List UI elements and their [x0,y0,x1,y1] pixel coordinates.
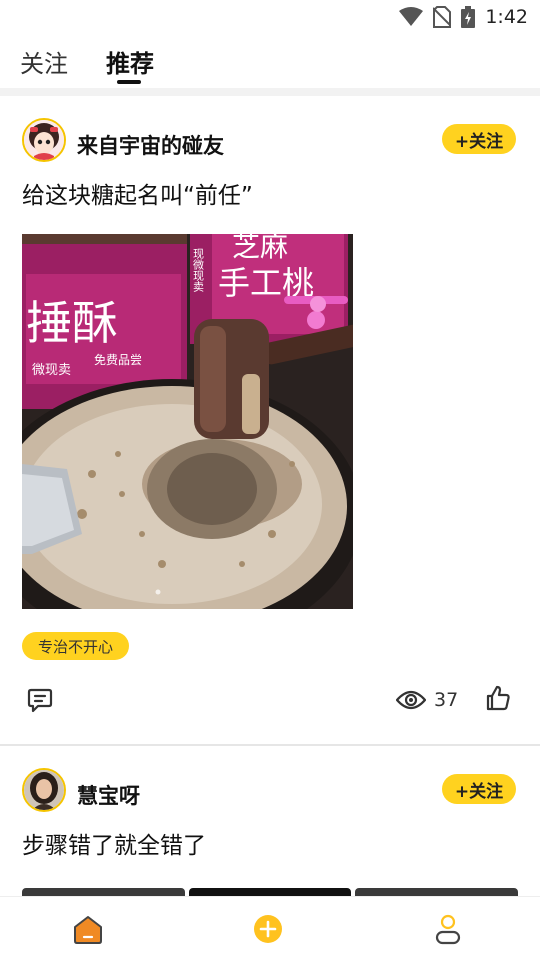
feed-tabs: 关注 推荐 [0,36,540,88]
thumbs-up-icon [486,685,510,711]
avatar-image [24,770,64,810]
battery-charging-icon [461,6,476,28]
avatar-image [24,120,64,160]
post-image-thumb[interactable] [22,888,185,896]
post-text: 步骤错了就全错了 [22,833,206,859]
topic-tag[interactable]: 专治不开心 [22,632,130,660]
post-card: 来自宇宙的碰友 +关注 给这块糖起名叫“前任” 捶酥 微现卖 免费品尝 芝麻 手… [0,96,540,744]
no-sim-icon [433,6,452,28]
username[interactable]: 慧宝呀 [77,780,140,810]
post-image[interactable]: 捶酥 微现卖 免费品尝 芝麻 手工桃 现微现卖 [22,234,353,609]
view-count-group: 37 [396,686,458,714]
image-sign-text: 芝麻 [232,234,288,263]
status-bar: 1:42 [0,0,540,36]
view-count: 37 [434,689,459,711]
tab-recommend[interactable]: 推荐 [106,44,154,79]
post-image-graphic: 捶酥 微现卖 免费品尝 芝麻 手工桃 现微现卖 [22,234,353,609]
post-image-thumb[interactable] [188,888,352,896]
section-divider [0,88,540,96]
comment-icon [27,688,53,713]
image-sign-text: 微现卖 [32,363,71,378]
nav-add[interactable] [250,911,286,947]
avatar[interactable] [22,768,66,812]
follow-button[interactable]: +关注 [442,774,516,804]
plus-circle-icon [254,915,282,943]
eye-icon [396,690,426,710]
status-time: 1:42 [485,6,528,28]
status-icons: 1:42 [399,6,528,28]
tab-follow[interactable]: 关注 [20,44,68,79]
post-image-strip [22,888,519,896]
post-image-thumb[interactable] [355,888,519,896]
post-card: 慧宝呀 +关注 步骤错了就全错了 [0,744,540,896]
person-icon [435,914,461,945]
wifi-icon [399,7,424,26]
nav-profile[interactable] [430,911,466,947]
nav-home[interactable] [70,911,106,947]
tab-active-indicator [117,80,141,84]
bottom-nav [0,896,540,961]
follow-button[interactable]: +关注 [442,124,516,154]
username[interactable]: 来自宇宙的碰友 [77,130,224,160]
home-icon [74,916,102,944]
comment-button[interactable] [26,686,54,714]
image-sign-text: 免费品尝 [94,352,142,367]
like-button[interactable] [484,684,512,712]
avatar[interactable] [22,118,66,162]
image-sign-text: 捶酥 [26,296,118,350]
image-sign-text: 现微现卖 [192,248,205,293]
post-text: 给这块糖起名叫“前任” [22,183,253,209]
